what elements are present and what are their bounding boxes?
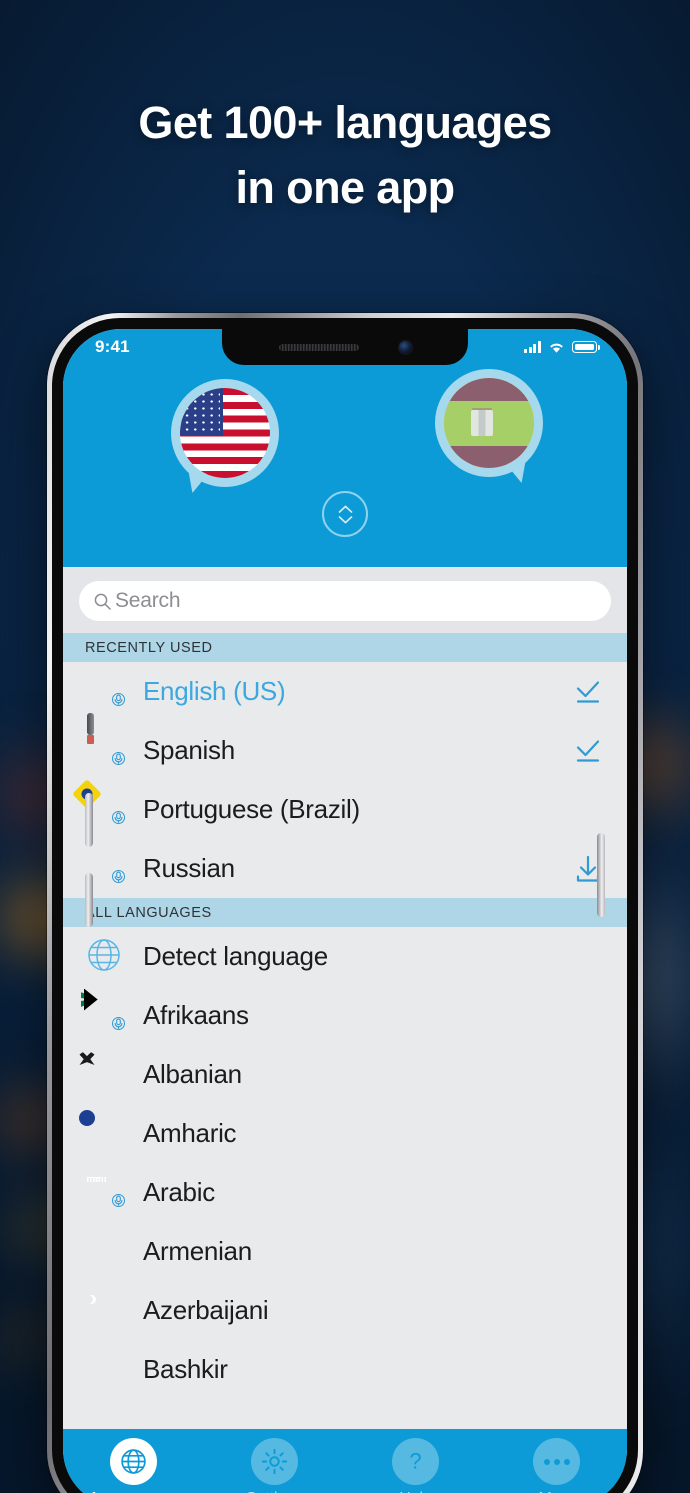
language-row[interactable]: Albanian	[63, 1045, 627, 1104]
language-icon-group	[87, 935, 143, 979]
language-name: Azerbaijani	[143, 1295, 269, 1325]
language-list[interactable]: RECENTLY USED English (US) Spanish Portugue…	[63, 633, 627, 1429]
chevron-down-icon	[338, 515, 353, 524]
row-action-empty	[571, 999, 605, 1033]
power-button[interactable]	[597, 833, 605, 917]
language-row[interactable]: English (US)	[63, 662, 627, 721]
volume-down-button[interactable]	[85, 873, 93, 927]
target-language-bubble[interactable]	[435, 369, 543, 483]
language-name: Bashkir	[143, 1354, 228, 1384]
swap-languages-button[interactable]	[322, 491, 368, 537]
promo-headline: Get 100+ languages in one app	[0, 90, 690, 221]
language-row[interactable]: Spanish	[63, 721, 627, 780]
bottom-tab-bar: LanguagesSettings?HelpMore	[63, 1429, 627, 1493]
search-container: Search	[63, 567, 627, 633]
language-icon-group	[87, 847, 143, 891]
language-icon-group	[87, 1053, 143, 1097]
language-icon-group	[87, 1230, 143, 1274]
volume-up-button[interactable]	[85, 793, 93, 847]
ellipsis-dots	[543, 1458, 570, 1465]
language-name: Russian	[143, 853, 235, 883]
wifi-icon	[550, 343, 563, 353]
search-input[interactable]: Search	[115, 589, 181, 613]
language-row[interactable]: Portuguese (Brazil)	[63, 780, 627, 839]
language-row[interactable]: Arabic	[63, 1163, 627, 1222]
language-row[interactable]: Bashkir	[63, 1340, 627, 1399]
ellipsis-icon	[533, 1438, 580, 1485]
language-name: Armenian	[143, 1236, 252, 1266]
check-downloaded-icon[interactable]	[571, 734, 605, 768]
language-icon-group	[87, 1171, 143, 1215]
tab-settings[interactable]: Settings	[204, 1438, 345, 1493]
language-name: Arabic	[143, 1177, 215, 1207]
row-action-empty	[571, 1058, 605, 1092]
microphone-badge-icon	[109, 748, 128, 768]
search-field[interactable]: Search	[79, 581, 611, 621]
language-row[interactable]: Amharic	[63, 1104, 627, 1163]
chevron-up-icon	[338, 505, 353, 513]
language-icon-group	[84, 988, 143, 1038]
language-row[interactable]: Armenian	[63, 1222, 627, 1281]
language-icon-group	[87, 1289, 143, 1333]
language-icon-group	[87, 729, 143, 773]
row-action-empty	[571, 940, 605, 974]
language-name: Amharic	[143, 1118, 237, 1148]
language-icon-group	[87, 1348, 143, 1392]
row-action-empty	[571, 1294, 605, 1328]
language-name: Spanish	[143, 735, 235, 765]
battery-full-icon	[572, 341, 600, 353]
status-bar-indicators	[524, 341, 601, 354]
question-mark-icon: ?	[392, 1438, 439, 1485]
language-row[interactable]: Afrikaans	[63, 986, 627, 1045]
microphone-badge-icon	[109, 1190, 128, 1210]
tab-help[interactable]: ?Help	[345, 1438, 486, 1493]
language-name: Portuguese (Brazil)	[143, 794, 360, 824]
microphone-badge-icon	[109, 807, 128, 827]
globe-icon	[86, 937, 122, 973]
earpiece-speaker-icon	[278, 343, 359, 351]
tab-languages[interactable]: Languages	[63, 1438, 204, 1493]
globe-icon	[110, 1438, 157, 1485]
section-header: ALL LANGUAGES	[63, 898, 627, 927]
headline-line-2: in one app	[235, 162, 455, 214]
mute-switch[interactable]	[87, 713, 94, 735]
language-row[interactable]: Detect language	[63, 927, 627, 986]
phone-bezel: 9:41 Search RECENTLY USED English (US) S…	[52, 318, 638, 1493]
search-icon	[94, 593, 111, 610]
microphone-badge-icon	[109, 866, 128, 886]
source-language-bubble[interactable]	[171, 379, 279, 493]
language-icon-group	[87, 788, 143, 832]
section-header: RECENTLY USED	[63, 633, 627, 662]
check-downloaded-icon[interactable]	[571, 675, 605, 709]
microphone-badge-icon	[109, 689, 128, 709]
front-camera-icon	[398, 340, 412, 354]
language-icon-group	[87, 670, 143, 714]
headline-line-1: Get 100+ languages	[138, 97, 552, 148]
language-row[interactable]: Azerbaijani	[63, 1281, 627, 1340]
language-name: Afrikaans	[143, 1000, 249, 1030]
row-action-empty	[571, 793, 605, 827]
language-icon-group	[79, 1109, 143, 1156]
language-name: Albanian	[143, 1059, 242, 1089]
language-name: English (US)	[143, 676, 286, 706]
row-action-empty	[571, 1353, 605, 1387]
cellular-signal-icon	[524, 341, 541, 353]
united-states-flag-icon	[180, 388, 270, 478]
language-row[interactable]: Russian	[63, 839, 627, 898]
row-action-empty	[571, 1235, 605, 1269]
phone-screen: 9:41 Search RECENTLY USED English (US) S…	[63, 329, 627, 1493]
row-action-empty	[571, 1117, 605, 1151]
status-bar-time: 9:41	[95, 337, 130, 356]
language-name: Detect language	[143, 941, 328, 971]
spain-flag-icon	[444, 378, 534, 468]
microphone-badge-icon	[109, 1013, 128, 1033]
gear-icon	[251, 1438, 298, 1485]
phone-mockup: 9:41 Search RECENTLY USED English (US) S…	[47, 313, 643, 1493]
phone-notch	[222, 329, 468, 365]
row-action-empty	[571, 1176, 605, 1210]
language-pair-selector	[63, 365, 627, 551]
svg-text:?: ?	[409, 1449, 421, 1474]
tab-more[interactable]: More	[486, 1438, 627, 1493]
